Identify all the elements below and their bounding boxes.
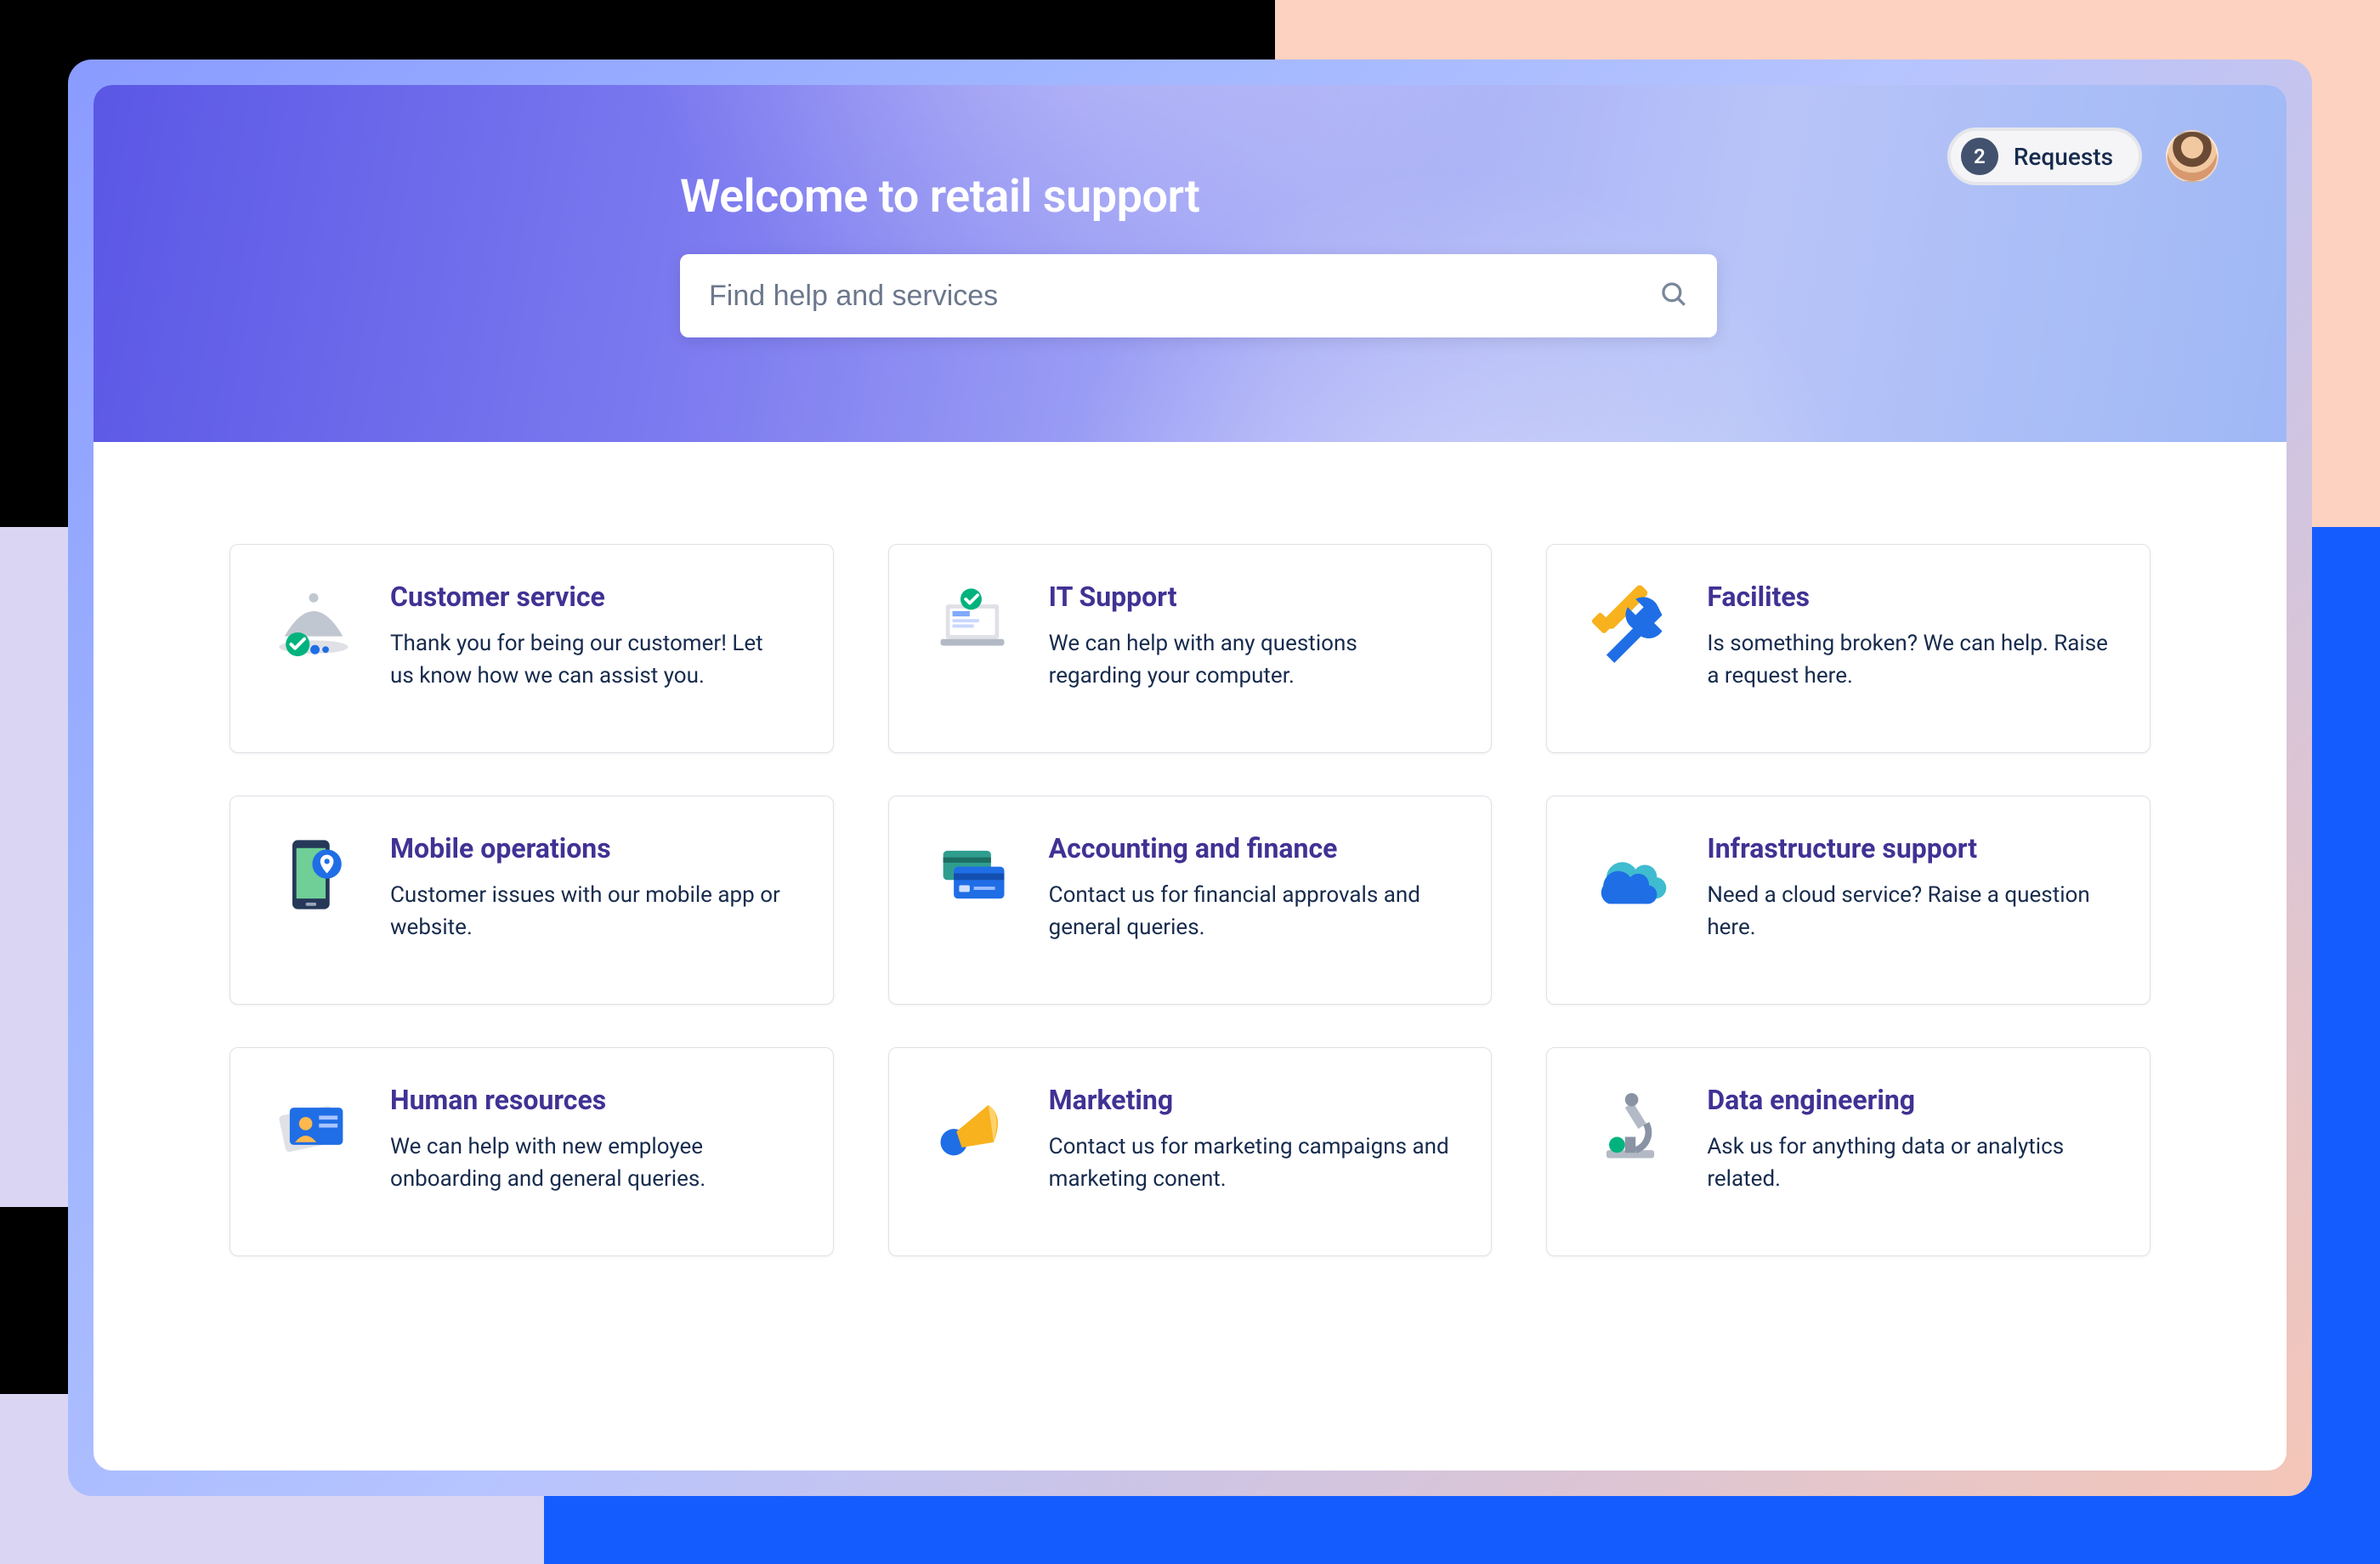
page-title: Welcome to retail support [680, 170, 1938, 224]
requests-label: Requests [2014, 143, 2113, 171]
card-infrastructure-support[interactable]: Infrastructure support Need a cloud serv… [1546, 796, 2150, 1005]
avatar[interactable] [2166, 130, 2218, 183]
card-desc: Thank you for being our customer! Let us… [390, 628, 792, 692]
card-desc: We can help with any questions regarding… [1049, 628, 1451, 692]
service-dish-icon [271, 581, 356, 666]
card-desc: Contact us for marketing campaigns and m… [1049, 1131, 1451, 1195]
id-card-icon [271, 1084, 356, 1169]
card-desc: Ask us for anything data or analytics re… [1707, 1131, 2109, 1195]
requests-count-badge: 2 [1961, 138, 1998, 175]
card-accounting-finance[interactable]: Accounting and finance Contact us for fi… [888, 796, 1493, 1005]
card-desc: Customer issues with our mobile app or w… [390, 880, 792, 944]
tools-icon [1588, 581, 1673, 666]
card-desc: Contact us for financial approvals and g… [1049, 880, 1451, 944]
card-human-resources[interactable]: Human resources We can help with new emp… [230, 1047, 834, 1256]
cards-grid: Customer service Thank you for being our… [230, 544, 2150, 1256]
hero-banner: 2 Requests Welcome to retail support [94, 85, 2286, 442]
card-title: Mobile operations [390, 832, 792, 864]
card-desc: Need a cloud service? Raise a question h… [1707, 880, 2109, 944]
card-title: Customer service [390, 581, 792, 613]
cloud-icon [1588, 832, 1673, 917]
mobile-pin-icon [271, 832, 356, 917]
card-customer-service[interactable]: Customer service Thank you for being our… [230, 544, 834, 753]
card-title: Human resources [390, 1084, 792, 1116]
card-marketing[interactable]: Marketing Contact us for marketing campa… [888, 1047, 1493, 1256]
card-title: Data engineering [1707, 1084, 2109, 1116]
card-desc: Is something broken? We can help. Raise … [1707, 628, 2109, 692]
card-facilities[interactable]: Facilites Is something broken? We can he… [1546, 544, 2150, 753]
card-title: Facilites [1707, 581, 2109, 613]
laptop-check-icon [930, 581, 1015, 666]
card-title: Marketing [1049, 1084, 1451, 1116]
requests-button[interactable]: 2 Requests [1947, 128, 2142, 185]
card-it-support[interactable]: IT Support We can help with any question… [888, 544, 1493, 753]
microscope-icon [1588, 1084, 1673, 1169]
card-desc: We can help with new employee onboarding… [390, 1131, 792, 1195]
card-title: Infrastructure support [1707, 832, 2109, 864]
card-title: Accounting and finance [1049, 832, 1451, 864]
gradient-frame: 2 Requests Welcome to retail support [68, 60, 2312, 1496]
search-icon [1659, 280, 1688, 312]
megaphone-icon [930, 1084, 1015, 1169]
card-title: IT Support [1049, 581, 1451, 613]
cards-section: Customer service Thank you for being our… [94, 442, 2286, 1470]
search-input[interactable] [709, 280, 1659, 313]
portal-panel: 2 Requests Welcome to retail support [94, 85, 2286, 1470]
credit-cards-icon [930, 832, 1015, 917]
search-bar[interactable] [680, 254, 1717, 337]
card-data-engineering[interactable]: Data engineering Ask us for anything dat… [1546, 1047, 2150, 1256]
card-mobile-operations[interactable]: Mobile operations Customer issues with o… [230, 796, 834, 1005]
